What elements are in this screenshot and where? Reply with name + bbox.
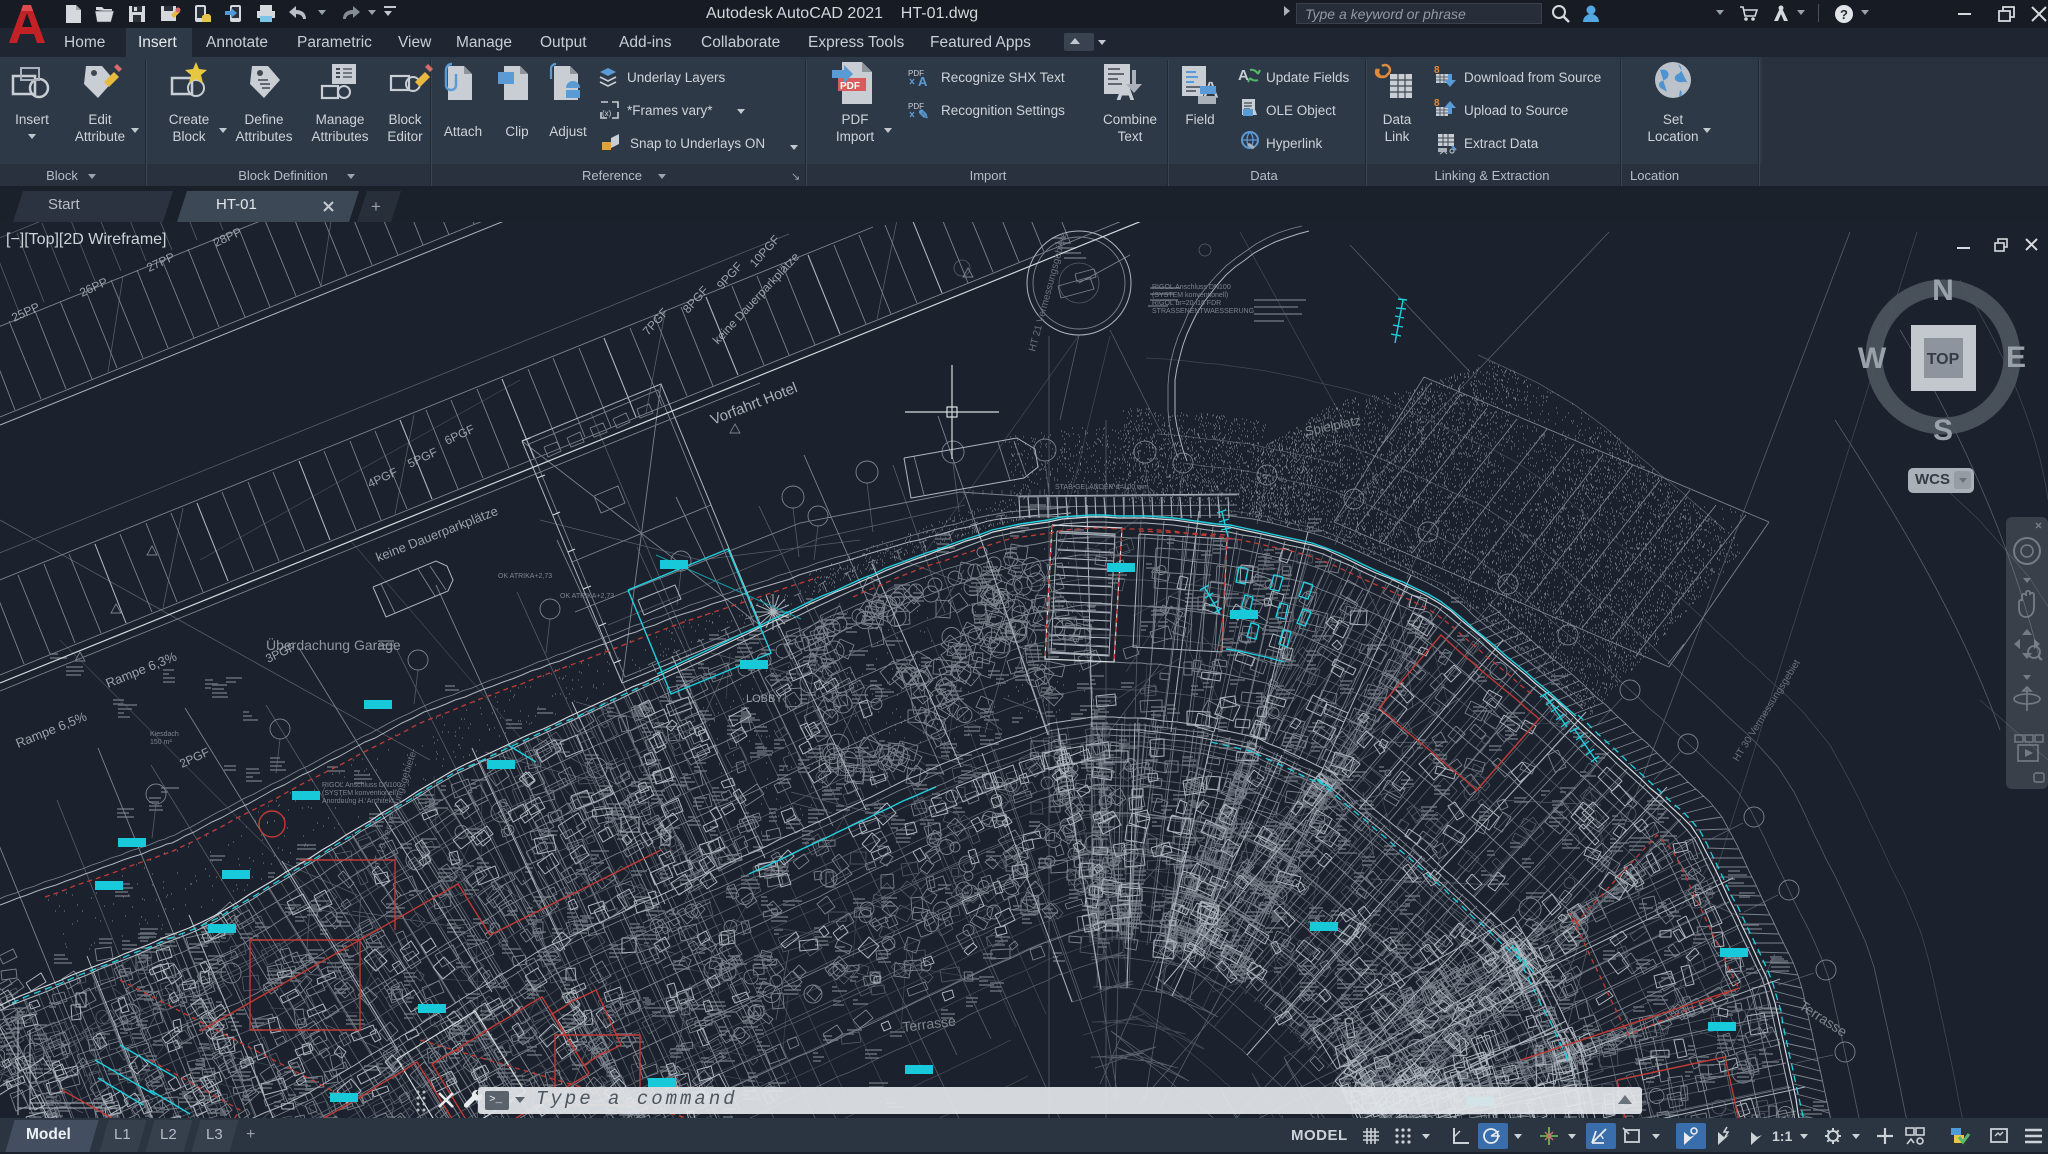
svg-text:A: A bbox=[918, 74, 928, 89]
svg-text:STRASSENENTWAESSERUNG: STRASSENENTWAESSERUNG bbox=[1152, 308, 1254, 315]
svg-text:S: S bbox=[1933, 414, 1953, 447]
svg-text:?: ? bbox=[1840, 7, 1848, 22]
svg-text:(SYSTEM konventionell): (SYSTEM konventionell) bbox=[1152, 292, 1228, 299]
svg-text:W: W bbox=[1858, 342, 1887, 375]
svg-text:OK ATRIKA+2,73: OK ATRIKA+2,73 bbox=[498, 573, 552, 580]
svg-text:Kiesdach: Kiesdach bbox=[150, 731, 179, 738]
svg-text:STAB-GELÄNDER d=100 mm: STAB-GELÄNDER d=100 mm bbox=[1055, 483, 1149, 491]
svg-text:E: E bbox=[2006, 341, 2026, 374]
svg-text:PDF: PDF bbox=[840, 81, 860, 92]
svg-text:RIGOL br=20 l16 FDR: RIGOL br=20 l16 FDR bbox=[1152, 300, 1221, 307]
svg-text:E △: E △ bbox=[1694, 882, 1715, 896]
svg-text:Anordnung H. Architekt: Anordnung H. Architekt bbox=[322, 798, 394, 805]
svg-text:N: N bbox=[1932, 274, 1954, 307]
svg-text:✎: ✎ bbox=[918, 107, 929, 122]
svg-text:OK ATRIKA+2,73: OK ATRIKA+2,73 bbox=[560, 593, 614, 600]
svg-text:LOBBY: LOBBY bbox=[746, 693, 783, 705]
svg-text:RIGOL Anschluss DN100: RIGOL Anschluss DN100 bbox=[322, 782, 401, 789]
svg-text:TOP: TOP bbox=[1927, 351, 1960, 368]
svg-text:150 m²: 150 m² bbox=[150, 739, 172, 746]
svg-text:(x): (x) bbox=[602, 109, 612, 118]
svg-text:RIGOL Anschluss DN100: RIGOL Anschluss DN100 bbox=[1152, 284, 1231, 291]
svg-text:(SYSTEM konventionell): (SYSTEM konventionell) bbox=[322, 790, 398, 797]
